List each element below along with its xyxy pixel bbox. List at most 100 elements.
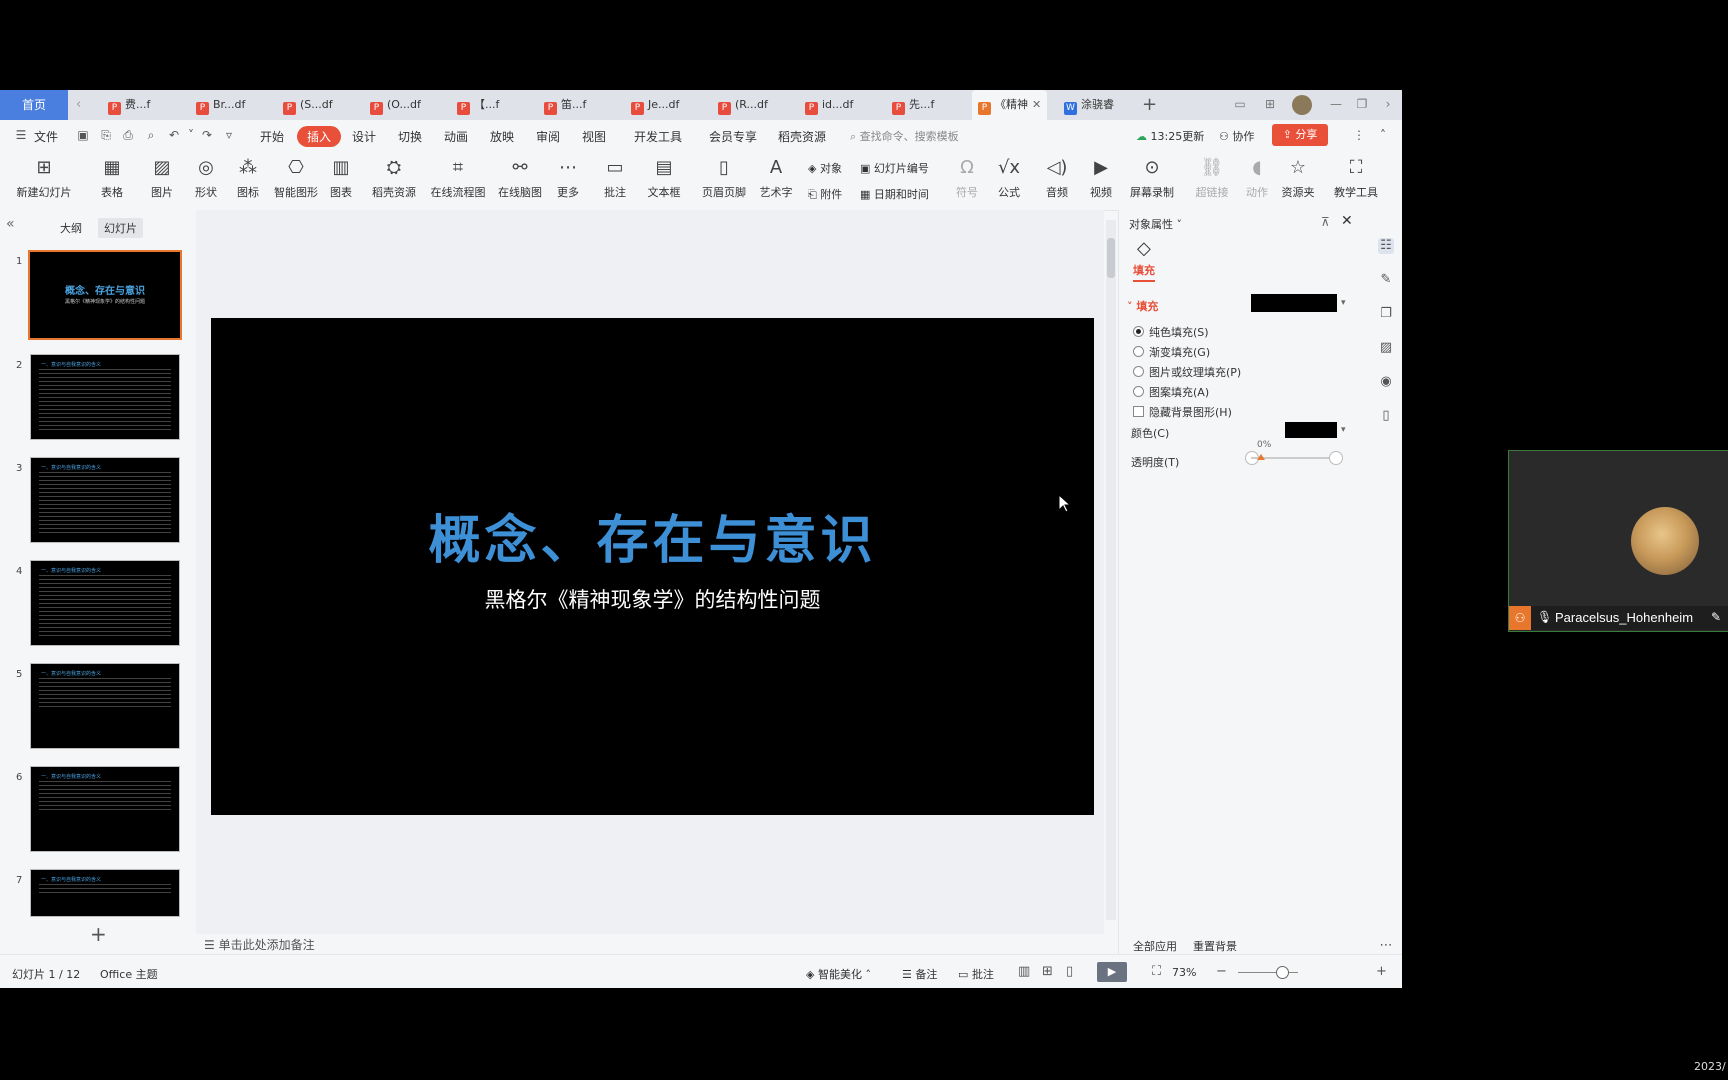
navigation-icon[interactable]: ◉ (1378, 374, 1394, 390)
audio-button[interactable]: ◁) 音频 (1040, 152, 1074, 210)
more-button[interactable]: ⋯ 更多 (552, 152, 584, 210)
picture-button[interactable]: ▨ 图片 (142, 152, 182, 210)
menu-review[interactable]: 审阅 (536, 128, 560, 145)
hamburger-menu-icon[interactable]: ☰ (14, 128, 28, 142)
notes-bar[interactable]: ☰ 单击此处添加备注 (196, 936, 1104, 956)
slide-subtitle[interactable]: 黑格尔《精神现象学》的结构性问题 (211, 584, 1094, 614)
slide-thumbnail[interactable]: 一、意识与自我意识的含义 (30, 457, 180, 543)
smart-beautify-button[interactable]: ◈ 智能美化 ˄ (806, 966, 871, 982)
menu-transition[interactable]: 切换 (398, 128, 422, 145)
cloud-sync-status[interactable]: ☁ 13:25更新 (1136, 128, 1204, 144)
chevron-down-icon[interactable]: ▾ (1341, 425, 1346, 435)
save-icon[interactable]: ▣ (76, 128, 90, 142)
home-tab[interactable]: 首页 (0, 90, 68, 120)
mindmap-button[interactable]: ⚯ 在线脑图 (496, 152, 544, 210)
export-pdf-icon[interactable]: ⎘ (99, 128, 113, 142)
minimize-icon[interactable]: — (1328, 96, 1344, 112)
new-tab-button[interactable]: + (1142, 94, 1157, 115)
date-time-button[interactable]: ▦ 日期和时间 (860, 186, 929, 202)
panel-title[interactable]: 对象属性 ˅ (1129, 216, 1182, 232)
menu-animation[interactable]: 动画 (444, 128, 468, 145)
menu-view[interactable]: 视图 (582, 128, 606, 145)
slide-thumbnail[interactable]: 一、意识与自我意识的含义 (30, 663, 180, 749)
chart-button[interactable]: ▥ 图表 (326, 152, 356, 210)
doc-tab-active[interactable]: P 《精神 ✕ (972, 90, 1048, 120)
print-icon[interactable]: ⎙ (121, 128, 135, 142)
menu-slideshow[interactable]: 放映 (490, 128, 514, 145)
grid-view-icon[interactable]: ⊞ (1262, 96, 1278, 112)
action-button[interactable]: ◖ 动作 (1240, 152, 1274, 210)
apply-all-button[interactable]: 全部应用 (1133, 938, 1177, 954)
zoom-out-icon[interactable]: − (1216, 964, 1227, 979)
slide-number-button[interactable]: ▣ 幻灯片编号 (860, 160, 929, 176)
menu-home[interactable]: 开始 (260, 128, 284, 145)
slide-thumbnail[interactable]: 一、意识与自我意识的含义 (30, 869, 180, 917)
zoom-in-icon[interactable]: + (1376, 964, 1387, 979)
chevron-down-icon[interactable]: ▾ (1341, 298, 1346, 308)
object-button[interactable]: ◈ 对象 (808, 160, 842, 176)
radio-selected[interactable] (1133, 326, 1144, 337)
more-options-icon[interactable]: ⋯ (1378, 938, 1394, 954)
doc-tab[interactable]: Pid...df (805, 90, 853, 120)
solid-fill-option[interactable]: 纯色填充(S) (1133, 324, 1209, 340)
zoom-level[interactable]: 73% (1172, 966, 1196, 979)
file-menu[interactable]: 文件 (34, 128, 58, 145)
more-options-icon[interactable]: ⋮ (1352, 128, 1366, 142)
new-slide-button[interactable]: ⊞ 新建幻灯片 (12, 152, 76, 210)
flowchart-button[interactable]: ⌗ 在线流程图 (428, 152, 488, 210)
slider-thumb[interactable] (1257, 454, 1265, 460)
slide-thumbnail[interactable]: 一、意识与自我意识的含义 (30, 560, 180, 646)
table-button[interactable]: ▦ 表格 (92, 152, 132, 210)
picture-fill-option[interactable]: 图片或纹理填充(P) (1133, 364, 1241, 380)
undo-dropdown-icon[interactable]: ˅ (184, 128, 198, 142)
slides-tab[interactable]: 幻灯片 (98, 218, 143, 238)
fill-section-header[interactable]: ˅ 填充 (1127, 298, 1158, 314)
radio[interactable] (1133, 346, 1144, 357)
scrollbar-thumb[interactable] (1107, 238, 1115, 278)
doc-tab[interactable]: P 【...f (457, 90, 499, 120)
fill-color-swatch[interactable] (1251, 294, 1337, 312)
icon-library-button[interactable]: ⁂ 图标 (228, 152, 268, 210)
zoom-slider-thumb[interactable] (1276, 966, 1289, 979)
resource-folder-button[interactable]: ☆ 资源夹 (1278, 152, 1318, 210)
collaborate-button[interactable]: ⚇ 协作 (1219, 128, 1254, 144)
slide-thumbnail[interactable]: 一、意识与自我意识的含义 (30, 766, 180, 852)
doc-tab[interactable]: P 先...f (892, 90, 934, 120)
close-tab-icon[interactable]: ✕ (1032, 98, 1041, 111)
add-slide-button[interactable]: + (90, 922, 107, 946)
theme-name[interactable]: Office 主题 (100, 966, 158, 982)
participant-video-tile[interactable]: ⚇ 🎙 Paracelsus_Hohenheim ✎ (1508, 450, 1728, 632)
textbox-button[interactable]: ▤ 文本框 (644, 152, 684, 210)
doc-tab[interactable]: P Br...df (196, 90, 245, 120)
fill-tab[interactable]: 填充 (1133, 262, 1155, 282)
wordart-button[interactable]: A 艺术字 (756, 152, 796, 210)
transparency-increase[interactable] (1329, 451, 1343, 465)
pattern-fill-option[interactable]: 图案填充(A) (1133, 384, 1209, 400)
image-icon[interactable]: ▨ (1378, 340, 1394, 356)
slide-thumbnail[interactable]: 一、意识与自我意识的含义 (30, 354, 180, 440)
hyperlink-button[interactable]: ⛓ 超链接 (1192, 152, 1232, 210)
restore-icon[interactable]: ❐ (1354, 96, 1370, 112)
outline-tab[interactable]: 大纲 (54, 218, 88, 238)
customize-toolbar-icon[interactable]: ▿ (222, 128, 236, 142)
paint-bucket-icon[interactable]: ◇ (1137, 238, 1151, 259)
symbol-button[interactable]: Ω 符号 (950, 152, 984, 210)
reading-view-icon[interactable]: ▯ (1066, 964, 1073, 979)
hide-background-checkbox[interactable]: 隐藏背景图形(H) (1133, 404, 1232, 420)
tab-list-icon[interactable]: ▭ (1232, 96, 1248, 112)
collapse-ribbon-icon[interactable]: ˄ (1376, 128, 1390, 142)
video-button[interactable]: ▶ 视频 (1084, 152, 1118, 210)
radio[interactable] (1133, 386, 1144, 397)
user-avatar[interactable] (1292, 95, 1312, 115)
tab-scroll-left-icon[interactable]: ‹ (76, 97, 81, 112)
redo-icon[interactable]: ↷ (200, 128, 214, 142)
transition-icon[interactable]: ❐ (1378, 306, 1394, 322)
canvas-scrollbar[interactable] (1106, 220, 1116, 920)
play-slideshow-button[interactable]: ▶ (1097, 962, 1127, 982)
slide-canvas[interactable]: 概念、存在与意识 黑格尔《精神现象学》的结构性问题 (196, 210, 1104, 934)
gradient-fill-option[interactable]: 渐变填充(G) (1133, 344, 1210, 360)
doc-tab[interactable]: P Je...df (631, 90, 679, 120)
share-button[interactable]: ⇪ 分享 (1272, 124, 1328, 146)
undo-icon[interactable]: ↶ (167, 128, 181, 142)
comments-toggle[interactable]: ▭ 批注 (958, 966, 994, 982)
